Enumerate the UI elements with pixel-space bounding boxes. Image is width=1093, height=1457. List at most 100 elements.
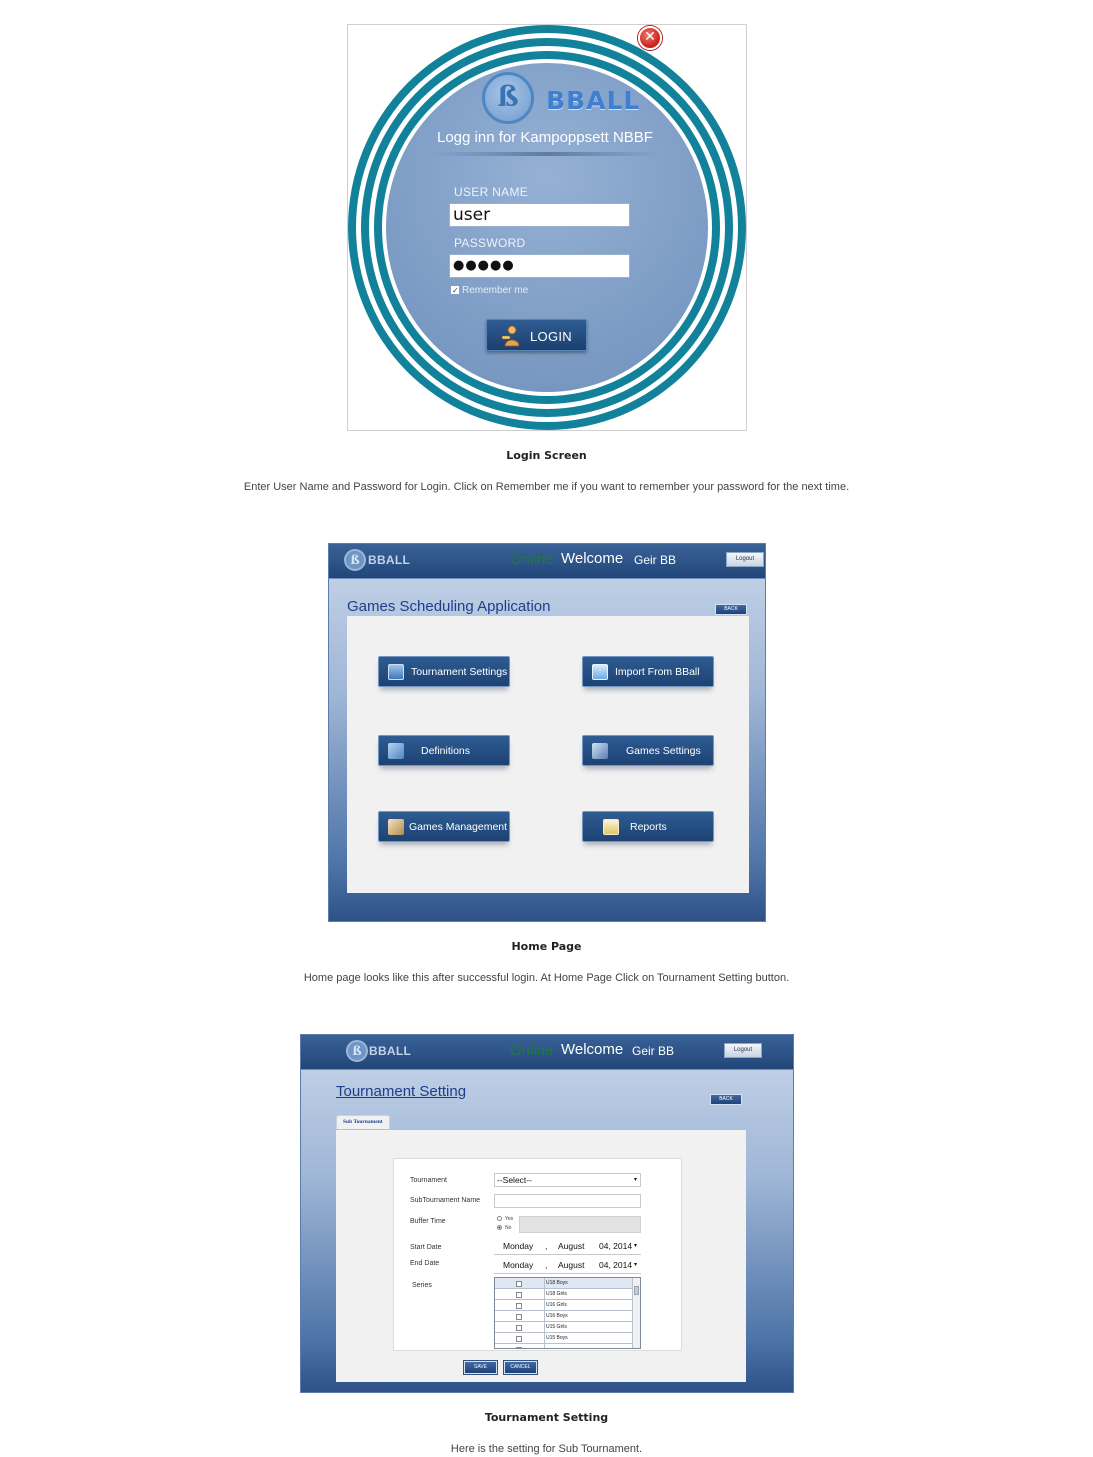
radio-label: No	[505, 1225, 512, 1231]
start-date-label: Start Date	[410, 1244, 442, 1251]
reports-button[interactable]: Reports	[582, 811, 714, 842]
bball-logo-icon: ß	[344, 549, 366, 571]
back-button[interactable]: BACK	[715, 604, 747, 615]
buffer-no-radio[interactable]: No	[497, 1225, 511, 1231]
home-description: Home page looks like this after successf…	[303, 972, 790, 984]
subtournament-name-label: SubTournament Name	[410, 1197, 481, 1204]
series-scrollbar[interactable]	[632, 1278, 640, 1348]
logout-button[interactable]: Logout	[724, 1043, 762, 1058]
close-icon[interactable]: ✕	[638, 26, 662, 50]
tournament-caption: Tournament Setting	[484, 1411, 609, 1424]
definitions-icon	[388, 743, 404, 759]
chevron-down-icon: ▾	[634, 1243, 638, 1249]
start-day: Monday	[503, 1241, 534, 1251]
date-separator: ,	[545, 1260, 548, 1270]
password-field[interactable]: ●●●●●	[449, 254, 630, 278]
login-button-label: LOGIN	[530, 329, 572, 344]
definitions-button[interactable]: Definitions	[378, 735, 510, 766]
reports-icon	[603, 819, 619, 835]
start-date: 04, 2014	[599, 1241, 633, 1251]
series-name: U15 Boys	[546, 1335, 568, 1341]
end-month: August	[558, 1260, 585, 1270]
series-list[interactable]: U18 Boys U18 Girls U16 Girls U16 Boys U1…	[494, 1277, 641, 1349]
bball-logo-icon: ß	[346, 1040, 368, 1062]
password-label: PASSWORD	[454, 236, 526, 250]
button-label: Tournament Settings	[411, 666, 508, 678]
divider	[544, 1311, 545, 1322]
buffer-yes-radio[interactable]: Yes	[497, 1216, 513, 1222]
games-settings-button[interactable]: Games Settings	[582, 735, 714, 766]
series-row-partial	[495, 1344, 633, 1348]
login-heading: Logg inn for Kampoppsett NBBF	[437, 129, 653, 146]
home-caption: Home Page	[511, 940, 582, 953]
buffer-time-field	[519, 1216, 641, 1233]
tournament-settings-button[interactable]: Tournament Settings	[378, 656, 510, 687]
tournament-label: Tournament	[410, 1177, 447, 1184]
user-name: Geir BB	[634, 553, 677, 567]
series-row[interactable]: U16 Boys	[495, 1311, 633, 1322]
end-date-label: End Date	[410, 1260, 440, 1267]
scroll-thumb[interactable]	[634, 1286, 639, 1295]
games-management-button[interactable]: Games Management	[378, 811, 510, 842]
checkbox[interactable]	[516, 1281, 522, 1287]
login-description: Enter User Name and Password for Login. …	[243, 481, 850, 493]
series-row[interactable]: U16 Girls	[495, 1300, 633, 1311]
username-label: USER NAME	[454, 185, 529, 199]
games-management-icon	[388, 819, 404, 835]
series-row[interactable]: U18 Girls	[495, 1289, 633, 1300]
home-topbar: ß BBALL Online Welcome Geir BB Logout	[329, 544, 765, 579]
settings-gear-icon	[388, 664, 404, 680]
divider	[544, 1278, 545, 1289]
checkbox[interactable]	[516, 1303, 522, 1309]
cancel-button[interactable]: CANCEL	[504, 1361, 537, 1374]
end-date-picker[interactable]: Monday , August 04, 2014 ▾	[494, 1259, 641, 1274]
checkbox-checked-icon: ✓	[451, 286, 459, 296]
online-status: Online	[510, 1042, 554, 1059]
checkbox	[516, 1347, 522, 1348]
brand-name: BBALL	[546, 86, 641, 115]
bball-logo-icon: ß	[482, 72, 534, 124]
radio-icon	[497, 1216, 502, 1222]
tournament-description: Here is the setting for Sub Tournament.	[450, 1443, 643, 1455]
series-row[interactable]: U15 Girls	[495, 1322, 633, 1333]
save-button[interactable]: SAVE	[464, 1361, 497, 1374]
login-button[interactable]: LOGIN	[486, 319, 587, 351]
username-field[interactable]: user	[449, 203, 630, 227]
divider	[544, 1344, 545, 1348]
import-icon	[592, 664, 608, 680]
brand-name: BBALL	[369, 1044, 412, 1058]
chevron-down-icon: ▾	[633, 1177, 637, 1183]
divider	[544, 1289, 545, 1300]
series-name: U16 Girls	[546, 1302, 567, 1308]
checkbox[interactable]	[516, 1292, 522, 1298]
start-date-picker[interactable]: Monday , August 04, 2014 ▾	[494, 1240, 641, 1255]
checkbox[interactable]	[516, 1336, 522, 1342]
start-month: August	[558, 1241, 585, 1251]
brand-name: BBALL	[368, 553, 411, 567]
welcome-text: Welcome	[561, 1041, 624, 1058]
welcome-text: Welcome	[561, 550, 624, 567]
series-name: U18 Girls	[546, 1291, 567, 1297]
checkbox[interactable]	[516, 1314, 522, 1320]
tournament-select[interactable]: --Select-- ▾	[494, 1173, 641, 1187]
checkbox[interactable]	[516, 1325, 522, 1331]
remember-me-label: Remember me	[462, 285, 529, 296]
back-button[interactable]: BACK	[710, 1094, 742, 1105]
button-label: Definitions	[421, 745, 471, 757]
series-label: Series	[412, 1282, 432, 1289]
buffer-time-label: Buffer Time	[410, 1218, 446, 1225]
series-row[interactable]: U15 Boys	[495, 1333, 633, 1344]
end-day: Monday	[503, 1260, 534, 1270]
online-status: Online	[510, 551, 554, 568]
games-settings-icon	[592, 743, 608, 759]
tab-sub-tournament[interactable]: Sub Tournament	[336, 1115, 390, 1129]
series-name: U18 Boys	[546, 1280, 568, 1286]
series-row[interactable]: U18 Boys	[495, 1278, 633, 1289]
tournament-select-value: --Select--	[497, 1175, 532, 1185]
import-from-bball-button[interactable]: Import From BBall	[582, 656, 714, 687]
logout-button[interactable]: Logout	[726, 552, 764, 567]
remember-me-checkbox[interactable]: ✓ Remember me	[451, 285, 528, 296]
tournament-topbar: ß BBALL Online Welcome Geir BB Logout	[301, 1035, 793, 1070]
login-caption: Login Screen	[506, 449, 587, 462]
subtournament-name-field[interactable]	[494, 1194, 641, 1208]
